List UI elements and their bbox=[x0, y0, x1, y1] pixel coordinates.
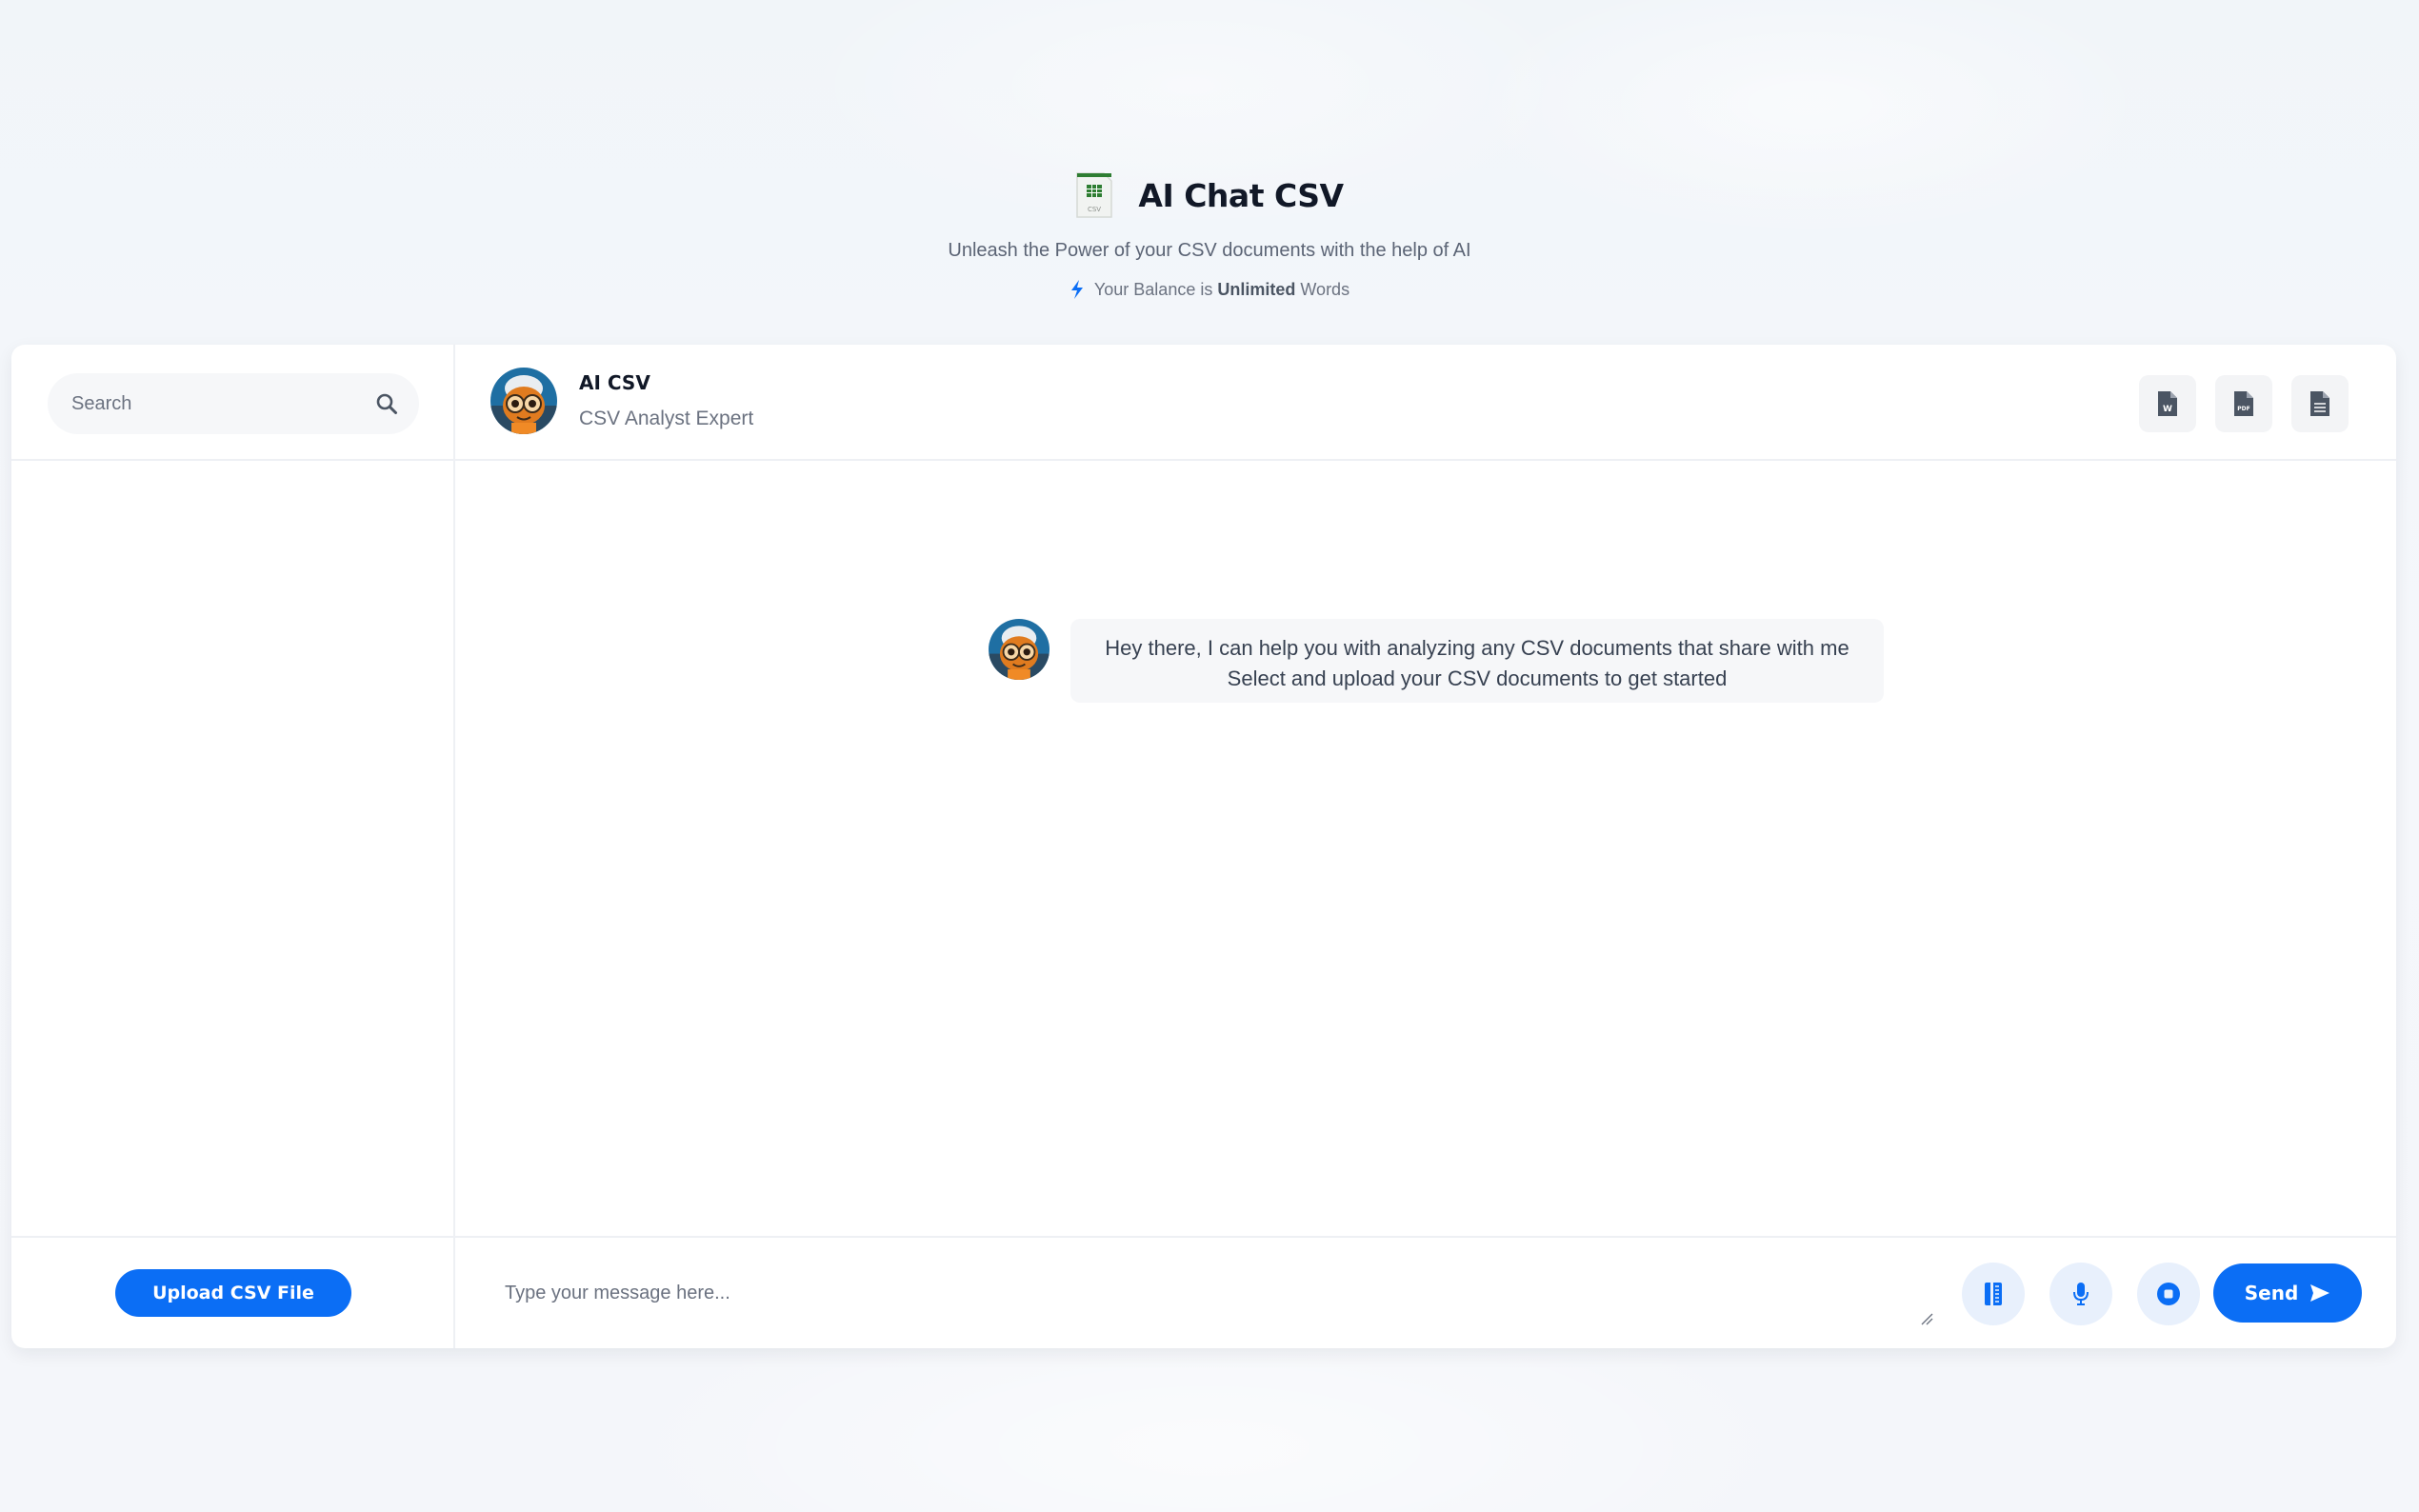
csv-file-icon: CSV bbox=[1076, 172, 1113, 218]
send-button[interactable]: Send bbox=[2213, 1263, 2362, 1323]
bot-avatar bbox=[490, 368, 557, 434]
title-row: CSV AI Chat CSV bbox=[1075, 171, 1344, 219]
balance-info: Your Balance is Unlimited Words bbox=[1070, 279, 1349, 300]
message-line: Hey there, I can help you with analyzing… bbox=[1105, 636, 1849, 660]
page-title: AI Chat CSV bbox=[1138, 176, 1344, 214]
chat-panel: AI CSV CSV Analyst Expert W PDF Hey ther… bbox=[455, 345, 2396, 1348]
message-list: Hey there, I can help you with analyzing… bbox=[455, 461, 2396, 1236]
stop-icon bbox=[2157, 1283, 2180, 1305]
search-box bbox=[48, 373, 419, 434]
message-bubble: Hey there, I can help you with analyzing… bbox=[1070, 619, 1884, 703]
balance-text: Your Balance is Unlimited Words bbox=[1093, 279, 1350, 299]
bot-role: CSV Analyst Expert bbox=[579, 408, 754, 429]
svg-text:PDF: PDF bbox=[2237, 406, 2249, 412]
conversation-sidebar: Upload CSV File bbox=[11, 345, 455, 1348]
page-header: CSV AI Chat CSV Unleash the Power of you… bbox=[0, 171, 2419, 300]
bot-message-avatar bbox=[989, 619, 1050, 680]
send-arrow-icon bbox=[2310, 1284, 2330, 1302]
message-input[interactable] bbox=[505, 1264, 1981, 1322]
stop-button[interactable] bbox=[2137, 1263, 2200, 1325]
search-input[interactable] bbox=[71, 392, 375, 415]
prompt-library-button[interactable] bbox=[1962, 1263, 2025, 1325]
message-composer: Send bbox=[455, 1236, 2396, 1348]
resize-handle-icon[interactable] bbox=[1920, 1312, 1933, 1325]
text-file-icon bbox=[2310, 391, 2329, 416]
pdf-file-icon: PDF bbox=[2234, 391, 2253, 416]
upload-csv-button[interactable]: Upload CSV File bbox=[115, 1269, 351, 1317]
chat-header: AI CSV CSV Analyst Expert W PDF bbox=[455, 345, 2396, 461]
send-label: Send bbox=[2244, 1282, 2299, 1304]
page-subtitle: Unleash the Power of your CSV documents … bbox=[948, 240, 1471, 261]
bot-name: AI CSV bbox=[579, 371, 650, 394]
sidebar-footer: Upload CSV File bbox=[11, 1236, 455, 1348]
export-text-button[interactable] bbox=[2291, 375, 2349, 432]
search-icon[interactable] bbox=[375, 392, 398, 415]
voice-input-button[interactable] bbox=[2049, 1263, 2112, 1325]
balance-value: Unlimited bbox=[1217, 279, 1296, 299]
word-file-icon: W bbox=[2158, 391, 2177, 416]
export-buttons: W PDF bbox=[2139, 375, 2349, 432]
bot-message: Hey there, I can help you with analyzing… bbox=[989, 619, 1884, 703]
svg-text:CSV: CSV bbox=[1088, 206, 1101, 213]
prompt-library-icon bbox=[1985, 1283, 2002, 1305]
sidebar-header bbox=[11, 345, 453, 461]
chat-card: Upload CSV File AI CSV bbox=[11, 345, 2396, 1348]
bolt-icon bbox=[1070, 280, 1083, 299]
microphone-icon bbox=[2073, 1283, 2089, 1305]
export-pdf-button[interactable]: PDF bbox=[2215, 375, 2272, 432]
svg-text:W: W bbox=[2163, 405, 2172, 414]
export-word-button[interactable]: W bbox=[2139, 375, 2196, 432]
message-line: Select and upload your CSV documents to … bbox=[1227, 666, 1728, 690]
